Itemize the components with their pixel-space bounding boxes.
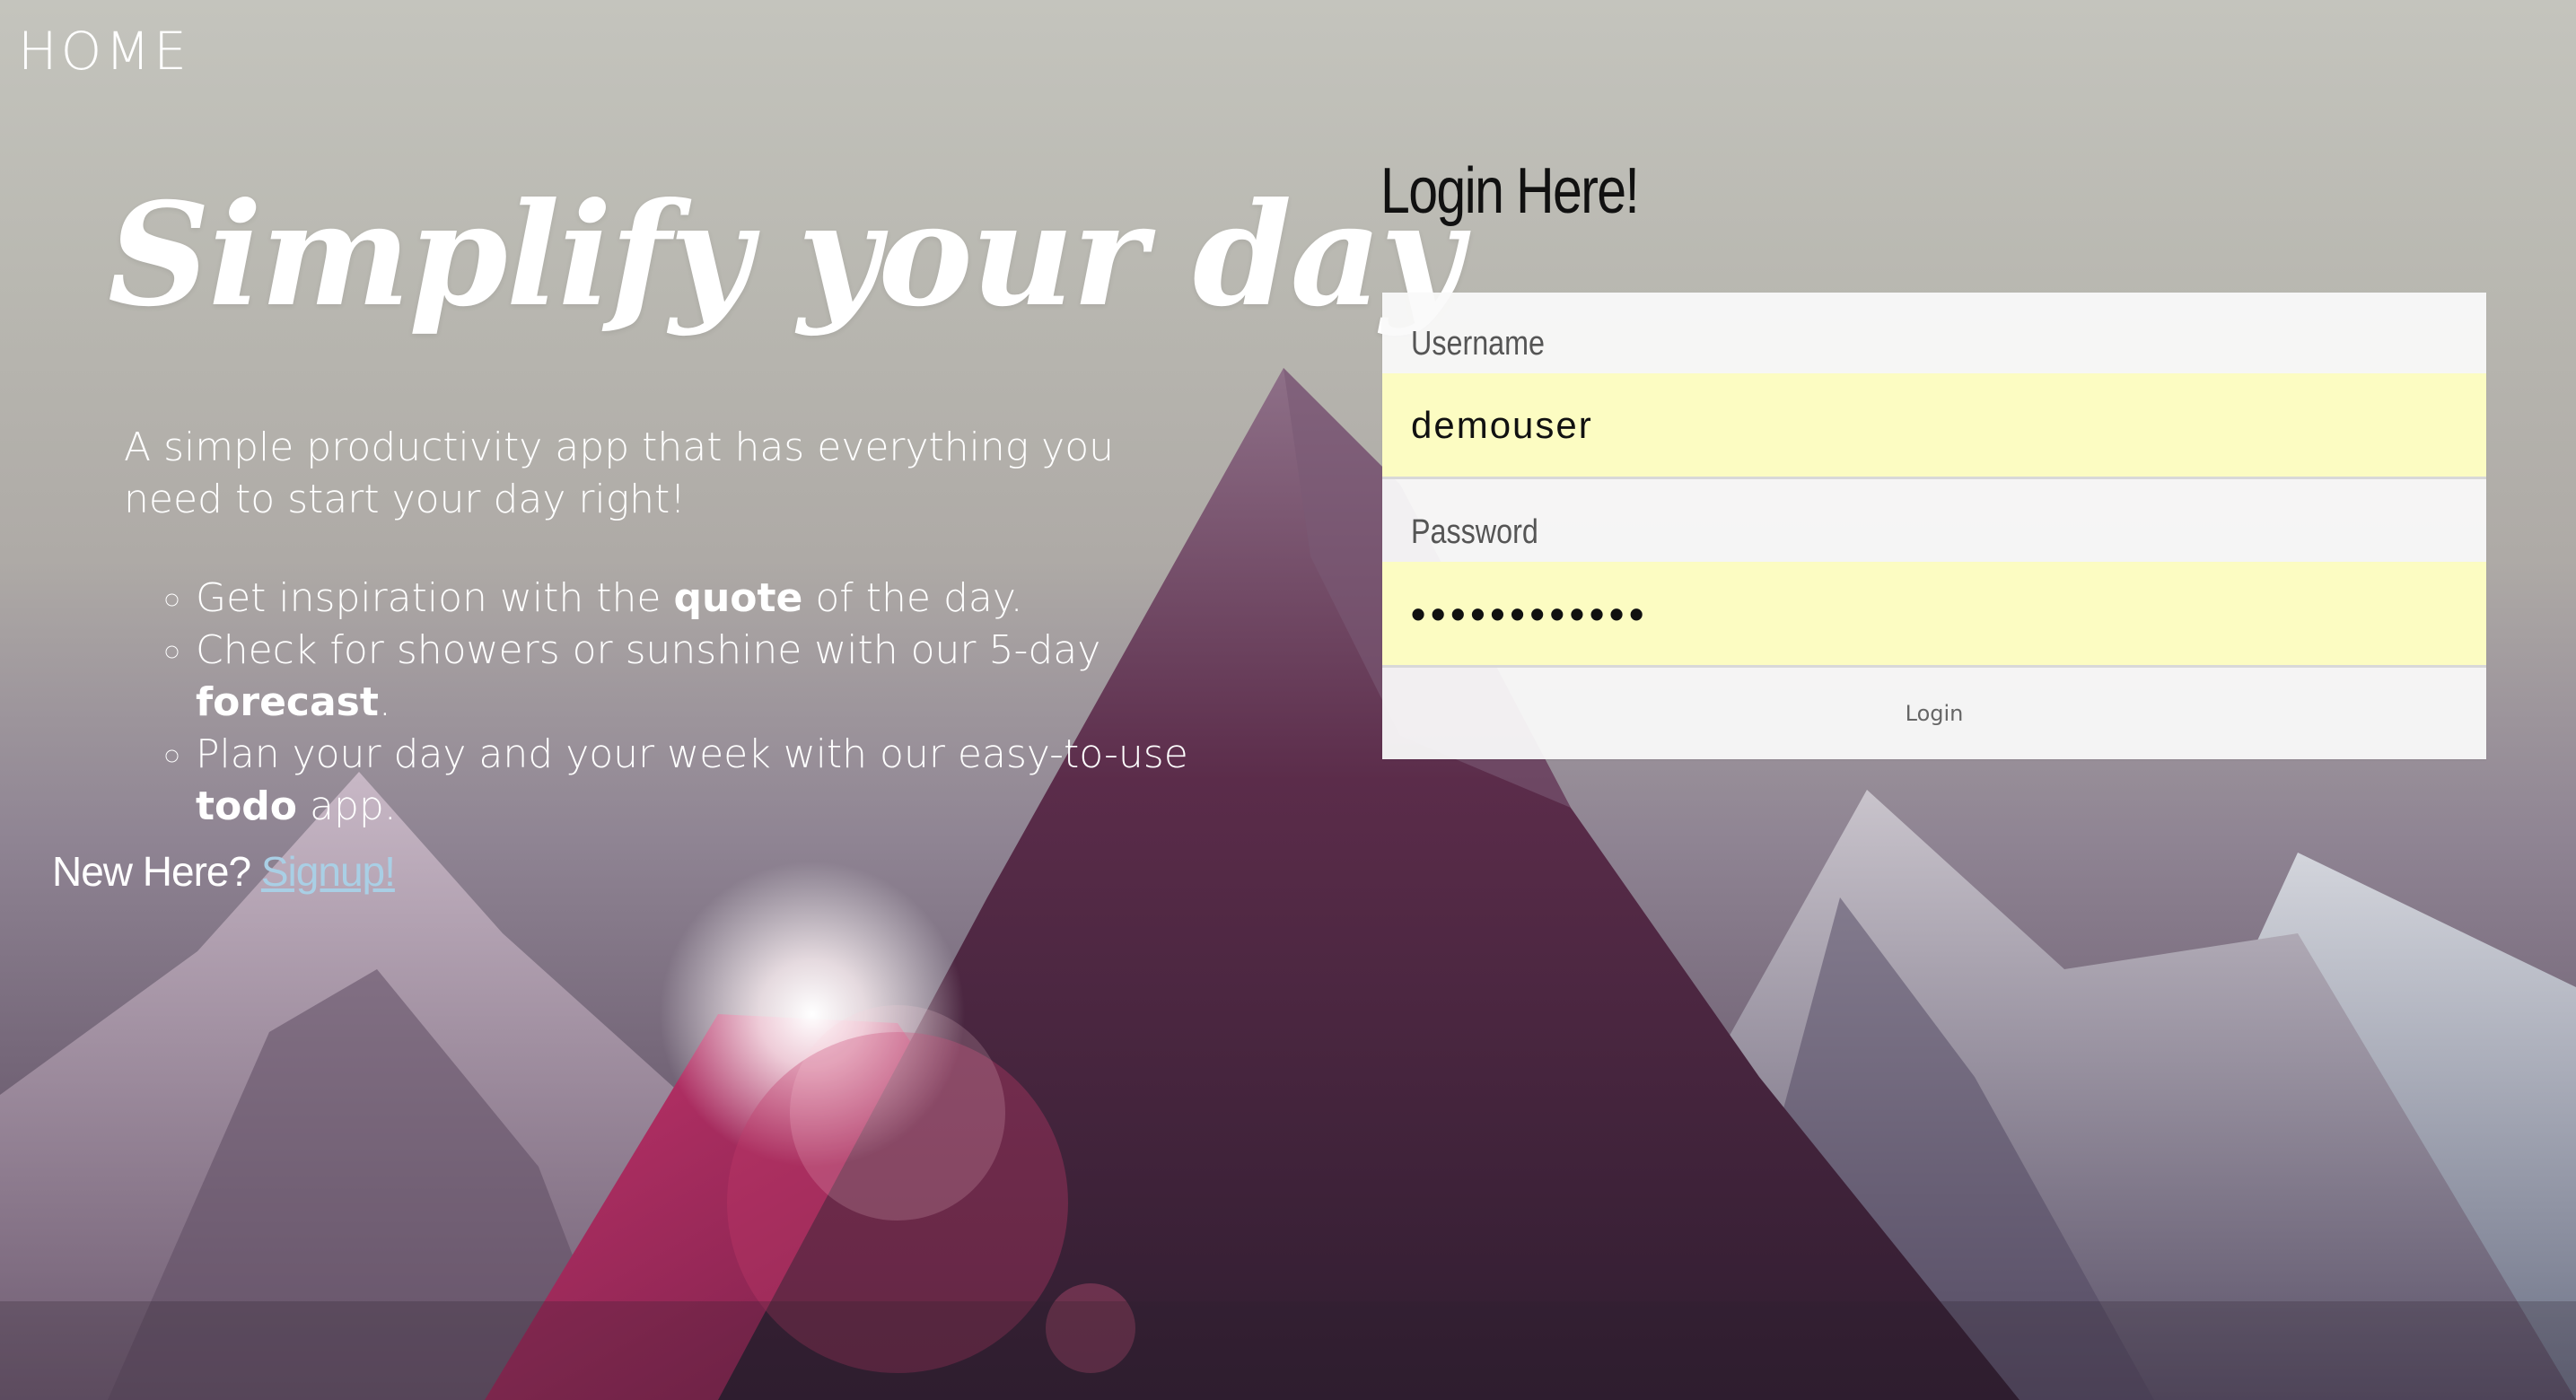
login-form: Username Password Login — [1382, 293, 2486, 759]
home-nav-link[interactable]: HOME — [18, 25, 190, 77]
new-here-text: New Here? — [52, 848, 261, 895]
signup-link[interactable]: Signup! — [261, 848, 396, 895]
feature-list: Get inspiration with the quote of the da… — [124, 573, 1228, 833]
password-input[interactable] — [1382, 562, 2486, 668]
feature-item-todo: Plan your day and your week with our eas… — [196, 729, 1228, 833]
feature-item-forecast: Check for showers or sunshine with our 5… — [196, 625, 1228, 729]
feature-item-quote: Get inspiration with the quote of the da… — [196, 573, 1228, 625]
login-title: Login Here! — [1380, 155, 1640, 227]
username-label: Username — [1411, 325, 1546, 363]
password-label: Password — [1411, 513, 1538, 551]
login-button[interactable]: Login — [1382, 668, 2486, 759]
username-input[interactable] — [1382, 373, 2486, 479]
hero-description: A simple productivity app that has every… — [124, 424, 1115, 522]
hero-title: Simplify your day — [108, 172, 1463, 338]
signup-prompt: New Here? Signup! — [52, 847, 396, 896]
